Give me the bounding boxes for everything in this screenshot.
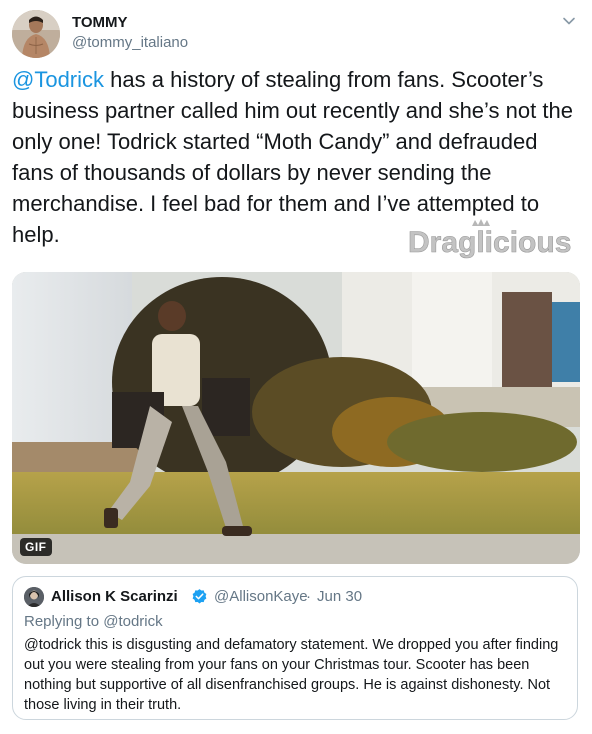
gif-badge: GIF xyxy=(20,538,52,556)
replying-to-prefix: Replying to xyxy=(24,613,100,630)
crown-icon xyxy=(472,219,490,226)
quoted-separator: · xyxy=(306,588,311,605)
avatar-image xyxy=(12,10,60,58)
tweet-media-gif[interactable]: GIF xyxy=(12,272,580,564)
display-name[interactable]: TOMMY xyxy=(72,14,128,31)
quoted-tweet[interactable]: Allison K Scarinzi @AllisonKaye · Jun 30… xyxy=(12,576,578,720)
verified-badge-icon xyxy=(191,588,208,605)
replying-to-handle[interactable]: @todrick xyxy=(103,613,162,630)
svg-text:Draglicious: Draglicious xyxy=(408,226,571,259)
quoted-handle[interactable]: @AllisonKaye xyxy=(214,588,308,605)
chevron-down-icon[interactable] xyxy=(560,12,578,30)
quoted-display-name[interactable]: Allison K Scarinzi xyxy=(51,588,178,605)
user-handle[interactable]: @tommy_italiano xyxy=(72,34,188,51)
quoted-avatar[interactable] xyxy=(24,587,44,607)
avatar[interactable] xyxy=(12,10,60,58)
quoted-date[interactable]: Jun 30 xyxy=(317,588,362,605)
tweet-header: TOMMY @tommy_italiano xyxy=(12,10,580,58)
draglicious-watermark-logo: Draglicious xyxy=(408,218,580,268)
mention-link[interactable]: @Todrick xyxy=(12,67,104,92)
replying-to: Replying to @todrick xyxy=(24,613,163,630)
quoted-tweet-text: @todrick this is disgusting and defamato… xyxy=(24,637,559,713)
gif-frame-image xyxy=(12,272,580,564)
